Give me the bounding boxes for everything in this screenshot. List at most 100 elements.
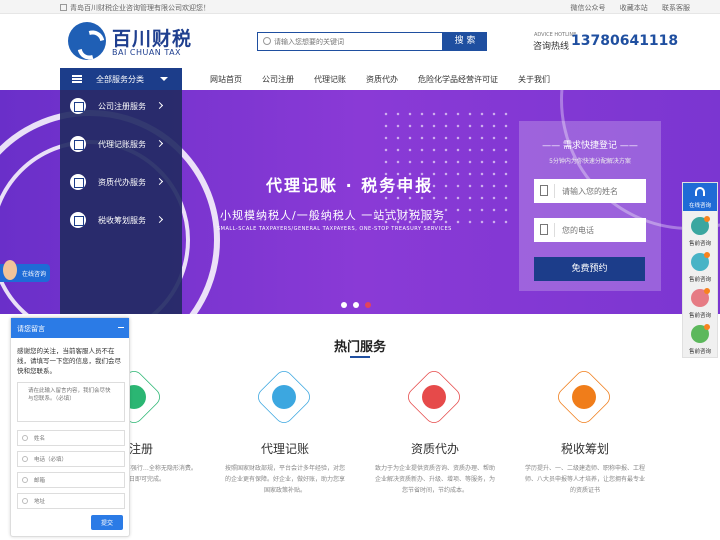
service-desc: 学历提升、一、二级建造师、职称申报、工程师、八大员申报等人才培养，让您拥有最专业… (524, 465, 645, 494)
medal-icon (422, 385, 446, 409)
nav-home[interactable]: 网站首页 (210, 74, 242, 85)
welcome-area: 青岛百川财税企业咨询管理有限公司欢迎您！ (60, 3, 210, 13)
nav-qualification[interactable]: 资质代办 (366, 74, 398, 85)
free-booking-button[interactable]: 免费预约 (534, 257, 645, 281)
chat-email-field (17, 472, 125, 488)
chevron-down-icon (160, 77, 168, 81)
service-name: 税收筹划 (560, 442, 609, 456)
leave-message-panel: 请您留言 感谢您的关注，当前客服人员不在线，请填写一下您的信息，我们会尽快和您联… (10, 317, 130, 537)
side-item-label: 税收筹划服务 (98, 216, 146, 225)
tax-icon (70, 212, 86, 228)
phone-input[interactable] (562, 224, 642, 236)
contact-link[interactable]: 联系客服 (662, 4, 690, 12)
welcome-text: 青岛百川财税企业咨询管理有限公司欢迎您！ (70, 4, 210, 12)
presale-consult-1[interactable]: 售前咨询 (683, 215, 717, 251)
document-icon (70, 98, 86, 114)
top-bar: 青岛百川财税企业咨询管理有限公司欢迎您！ 微信公众号 收藏本站 联系客服 (0, 0, 720, 14)
quick-form-title: —— 需求快捷登记 —— (542, 141, 638, 151)
name-field (534, 179, 646, 203)
service-desc: 致力于为企业提供资质咨询、资质办理、帮助企业解决资质新办、升级、增项、等服务，为… (374, 465, 495, 494)
title-underline (350, 356, 370, 358)
logo-text[interactable]: 百川财税 (112, 24, 192, 51)
hotline-number: 13780641118 (571, 33, 679, 49)
chat-phone-field (17, 451, 125, 467)
logo-icon[interactable] (68, 22, 106, 60)
banner-subtitle-en: SMALL-SCALE TAXPAYERS/GENERAL TAXPAYERS,… (217, 226, 452, 232)
side-item-tax-planning[interactable]: 税收筹划服务 (60, 204, 182, 242)
slide-dot-3[interactable] (365, 302, 371, 308)
agent-avatar (3, 260, 17, 280)
user-icon (22, 435, 28, 441)
online-consult-header[interactable]: 在线咨询 (683, 183, 717, 211)
mail-icon (22, 477, 28, 483)
minimize-icon[interactable] (118, 327, 124, 328)
chat-email-input[interactable] (34, 476, 122, 485)
presale-label: 售前咨询 (688, 349, 711, 355)
side-item-qualification[interactable]: 资质代办服务 (60, 166, 182, 204)
message-textarea[interactable] (17, 382, 125, 422)
nav-about[interactable]: 关于我们 (518, 74, 550, 85)
quick-form-subtitle: 5分钟内为你快速分配解决方案 (549, 158, 631, 165)
service-name: 代理记账 (260, 442, 309, 456)
hotline-label: 咨询热线 (533, 42, 570, 52)
presale-consult-2[interactable]: 售前咨询 (683, 251, 717, 287)
side-item-company-registration[interactable]: 公司注册服务 (60, 90, 182, 128)
presale-consult-3[interactable]: 售前咨询 (683, 287, 717, 323)
presale-label: 售前咨询 (688, 277, 711, 283)
nav-bookkeeping[interactable]: 代理记账 (314, 74, 346, 85)
location-icon (22, 498, 28, 504)
presale-label: 售前咨询 (688, 241, 711, 247)
side-item-label: 公司注册服务 (98, 102, 146, 111)
side-item-bookkeeping[interactable]: 代理记账服务 (60, 128, 182, 166)
banner-title: 代理记账 · 税务申报 (266, 176, 434, 195)
chevron-right-icon (155, 177, 164, 186)
nav-hazardous-chemicals[interactable]: 危险化学品经营许可证 (418, 74, 498, 85)
chevron-right-icon (155, 101, 164, 110)
search-box (257, 32, 443, 51)
edit-icon (540, 185, 548, 196)
search-input[interactable] (274, 35, 439, 48)
right-consult-bar: 在线咨询 售前咨询 售前咨询 售前咨询 售前咨询 (682, 182, 718, 358)
chat-title: 请您留言 (17, 325, 45, 333)
certificate-icon (70, 174, 86, 190)
search-button[interactable]: 搜 索 (443, 32, 487, 51)
presale-consult-4[interactable]: 售前咨询 (683, 323, 717, 359)
menu-icon (72, 75, 82, 83)
service-desc: 按照国家财政部规，平台会计多年经验，对您的企业更有保障。好企业，做好账，助力您享… (224, 465, 345, 494)
chat-name-field (17, 430, 125, 446)
online-consult-label: 在线咨询 (688, 203, 711, 209)
advice-label: ADVICE HOTLINE (534, 32, 577, 38)
phone-field (534, 218, 646, 242)
slide-dot-2[interactable] (353, 302, 359, 308)
chat-address-input[interactable] (34, 497, 122, 506)
search-icon (263, 37, 271, 45)
all-services-menu[interactable]: 全部服务分类 (60, 68, 182, 90)
home-icon[interactable] (60, 4, 67, 11)
logo-subtext: BAI CHUAN TAX (112, 48, 182, 57)
side-service-menu: 公司注册服务 代理记账服务 资质代办服务 税收筹划服务 (60, 90, 182, 314)
headset-icon (695, 187, 705, 196)
quick-register-form: —— 需求快捷登记 —— 5分钟内为你快速分配解决方案 免费预约 (519, 121, 661, 291)
chevron-right-icon (155, 139, 164, 148)
chevron-right-icon (155, 215, 164, 224)
side-item-label: 资质代办服务 (98, 178, 146, 187)
phone-icon (22, 456, 28, 462)
nav-company-registration[interactable]: 公司注册 (262, 74, 294, 85)
slide-dot-1[interactable] (341, 302, 347, 308)
coupon-icon (272, 385, 296, 409)
chat-submit-button[interactable]: 提交 (91, 515, 123, 530)
chat-name-input[interactable] (34, 434, 122, 443)
chat-phone-input[interactable] (34, 455, 122, 464)
bookmark-link[interactable]: 收藏本站 (620, 4, 648, 12)
wechat-link[interactable]: 微信公众号 (571, 4, 606, 12)
presale-label: 售前咨询 (688, 313, 711, 319)
top-links: 微信公众号 收藏本站 联系客服 (559, 3, 690, 13)
banner-subtitle: 小规模纳税人/一般纳税人 一站式财税服务 (220, 209, 446, 222)
chat-header: 请您留言 (11, 318, 129, 338)
name-input[interactable] (562, 185, 642, 197)
online-consult-tab[interactable]: 在线咨询 (0, 260, 50, 282)
all-services-label: 全部服务分类 (96, 75, 144, 84)
rocket-icon (572, 385, 596, 409)
chat-offline-message: 感谢您的关注，当前客服人员不在线，请填写一下您的信息，我们会尽快和您联系。 (17, 347, 121, 375)
ledger-icon (70, 136, 86, 152)
